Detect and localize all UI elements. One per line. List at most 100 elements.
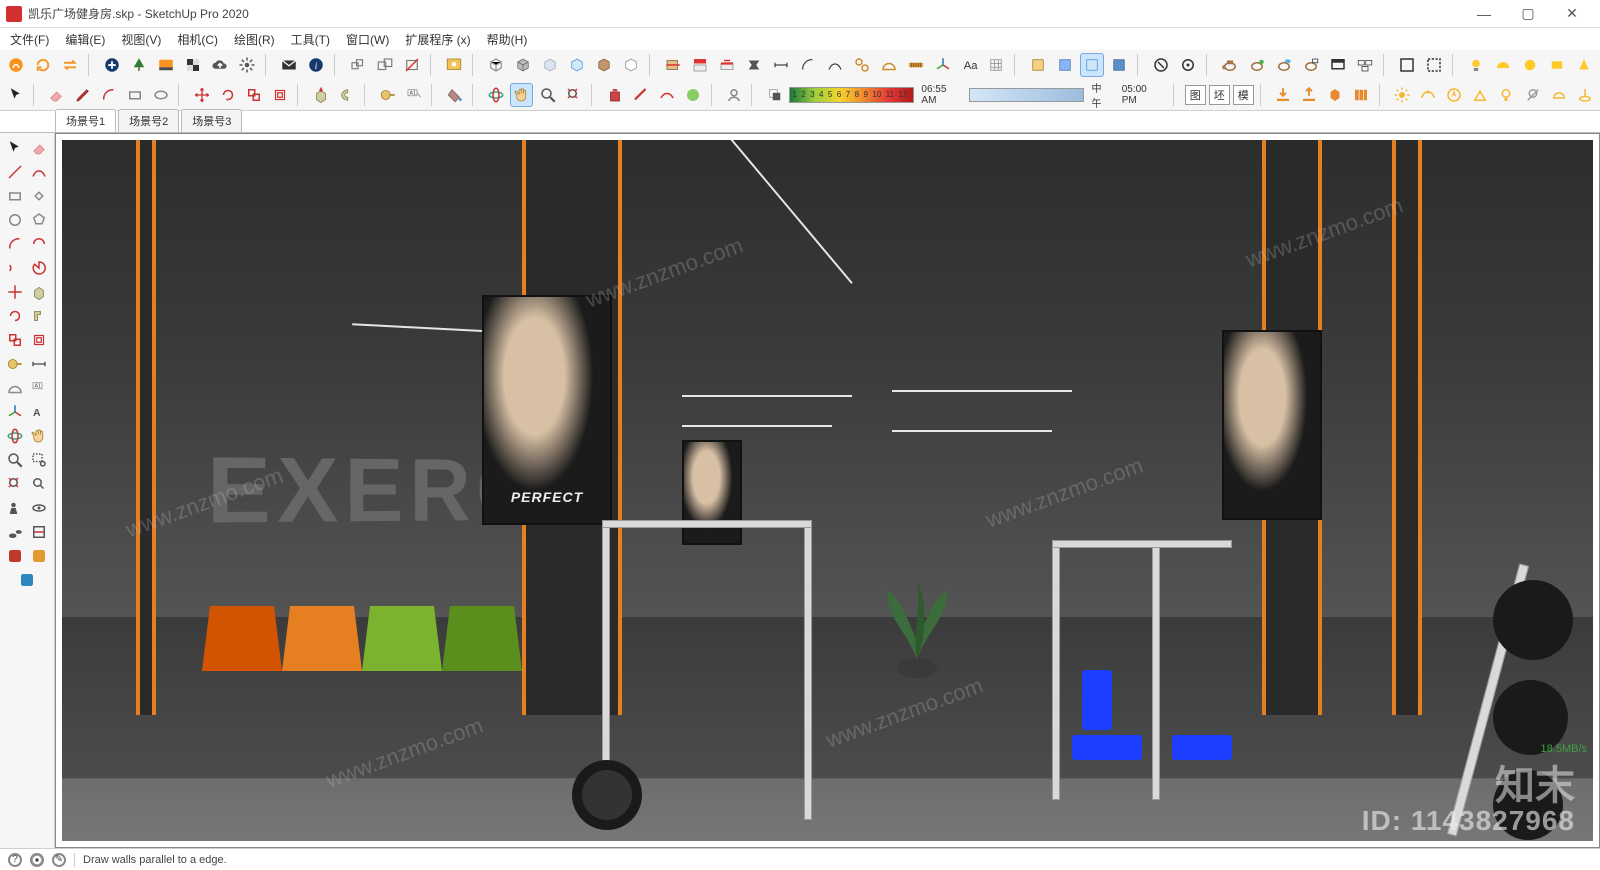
paint-face-icon[interactable] [1053,53,1077,77]
plugin-b-icon[interactable] [28,545,50,567]
axes2-icon[interactable] [4,401,26,423]
shadow-toggle-icon[interactable] [763,83,786,107]
refresh-icon[interactable] [31,53,55,77]
credits-icon[interactable]: ✎ [52,853,66,867]
pie-icon[interactable] [28,257,50,279]
offset-tool-icon[interactable] [268,83,291,107]
menu-edit[interactable]: 编辑(E) [59,29,111,50]
dome-light-icon[interactable] [1547,83,1570,107]
rotate-tool-icon[interactable] [216,83,239,107]
mail-icon[interactable] [277,53,301,77]
menu-file[interactable]: 文件(F) [4,29,55,50]
select-similar-icon[interactable] [850,53,874,77]
pan2-icon[interactable] [28,425,50,447]
teapot-interactive-icon[interactable] [1245,53,1269,77]
circle2-icon[interactable] [4,209,26,231]
checker-icon[interactable] [181,53,205,77]
cloud-upload-icon[interactable] [208,53,232,77]
style-chip-c[interactable]: 模 [1233,85,1254,105]
sky-icon[interactable] [154,53,178,77]
menu-extensions[interactable]: 扩展程序 (x) [399,29,476,50]
vray-light-dome-icon[interactable] [1491,53,1515,77]
viewport-region-icon[interactable] [1395,53,1419,77]
grid-icon[interactable] [984,53,1008,77]
render-region-icon[interactable] [1422,53,1446,77]
pan-icon[interactable] [510,83,533,107]
rotate2-icon[interactable] [4,305,26,327]
sun-icon[interactable] [1391,83,1414,107]
wire-cube-icon[interactable] [484,53,508,77]
teapot-render-icon[interactable] [1218,53,1242,77]
line-tool-icon[interactable] [4,161,26,183]
scene-tab-3[interactable]: 场景号3 [181,109,242,132]
hide-icon[interactable] [400,53,424,77]
close-button[interactable]: ✕ [1550,0,1594,28]
frame-buffer-icon[interactable] [1326,53,1350,77]
import-model-icon[interactable] [1272,83,1295,107]
scale2-icon[interactable] [4,329,26,351]
scale-tool-icon[interactable] [242,83,265,107]
solid-cube-icon[interactable] [565,53,589,77]
tape-tool-icon[interactable] [376,83,399,107]
tree-model-icon[interactable] [127,53,151,77]
zoom-icon[interactable] [536,83,559,107]
live-component-icon[interactable] [1324,83,1347,107]
select-arrow-icon[interactable] [4,83,27,107]
freehand-tool-icon[interactable] [28,161,50,183]
move2-icon[interactable] [4,281,26,303]
look-around-icon[interactable] [28,497,50,519]
group-cubes-icon[interactable] [346,53,370,77]
circle-tool-icon[interactable] [149,83,172,107]
eraser-tool-icon[interactable] [28,137,50,159]
section-display-icon[interactable] [688,53,712,77]
render-icon[interactable] [442,53,466,77]
tape-measure-icon[interactable] [904,53,928,77]
orbit2-icon[interactable] [4,425,26,447]
followme2-icon[interactable] [28,305,50,327]
axes-icon[interactable] [931,53,955,77]
section-plane-icon[interactable] [661,53,685,77]
tape2-icon[interactable] [4,353,26,375]
arc2pt-icon[interactable] [28,233,50,255]
shadow-date-slider[interactable] [789,87,914,103]
vray-light-panel-icon[interactable] [1464,53,1488,77]
export-model-icon[interactable] [1298,83,1321,107]
plugin-c-icon[interactable] [16,569,38,591]
menu-view[interactable]: 视图(V) [115,29,167,50]
menu-draw[interactable]: 绘图(R) [228,29,281,50]
purge-icon[interactable] [603,83,626,107]
back-face-icon[interactable] [1026,53,1050,77]
text-icon[interactable]: Aa [958,53,982,77]
light-bulb-icon[interactable] [1495,83,1518,107]
style-chip-a[interactable]: 图 [1185,85,1206,105]
orbit-icon[interactable] [484,83,507,107]
textured-cube-icon[interactable] [592,53,616,77]
geo-icon[interactable]: ⦿ [30,853,44,867]
vray-icon[interactable] [1149,53,1173,77]
protractor-icon[interactable] [877,53,901,77]
default-face-icon[interactable] [1080,53,1104,77]
pencil-icon[interactable] [71,83,94,107]
transparent-cube-icon[interactable] [538,53,562,77]
light-off-icon[interactable] [1521,83,1544,107]
arc2-icon[interactable] [4,233,26,255]
rectangle-tool-icon[interactable] [123,83,146,107]
zoom2-icon[interactable] [4,449,26,471]
text-label-icon[interactable]: A1 [402,83,425,107]
menu-tools[interactable]: 工具(T) [285,29,336,50]
menu-help[interactable]: 帮助(H) [481,29,534,50]
rect-tool-icon[interactable] [4,185,26,207]
section-cut-icon[interactable] [715,53,739,77]
enscape-icon[interactable] [4,53,28,77]
zoom-extents-icon[interactable] [562,83,585,107]
polygon-icon[interactable] [28,209,50,231]
plugin-a-icon[interactable] [4,545,26,567]
followme-icon[interactable] [335,83,358,107]
gear-icon[interactable] [235,53,259,77]
teapot-cloud-icon[interactable] [1272,53,1296,77]
walk-icon[interactable] [4,521,26,543]
position-camera-icon[interactable] [4,497,26,519]
rotated-rect-icon[interactable] [28,185,50,207]
sun-path-icon[interactable] [1417,83,1440,107]
info-icon[interactable]: i [304,53,328,77]
